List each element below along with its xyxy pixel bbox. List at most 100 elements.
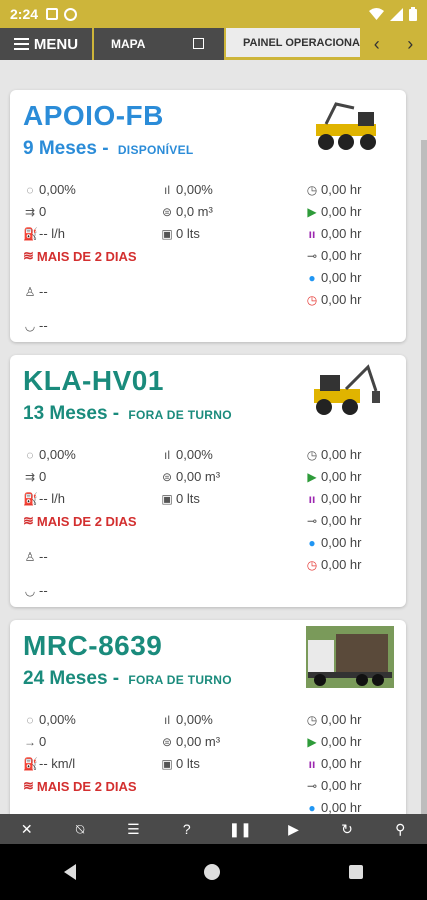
harvester-machine-image: [314, 364, 380, 415]
extra-value: --: [39, 583, 48, 598]
mic-off-icon[interactable]: ✕: [14, 821, 40, 838]
recent-apps-icon[interactable]: [348, 865, 363, 879]
equipment-age: 24 Meses - FORA DE TURNO: [23, 668, 232, 689]
fuel-rate-value: -- l/h: [39, 491, 65, 506]
play-icon: ▶: [307, 734, 317, 749]
utilization-value: 0,00%: [176, 712, 213, 727]
utilization-value: 0,00%: [176, 182, 213, 197]
stopped-hours-value: 0,00 hr: [321, 292, 362, 307]
months-label: 24 Meses: [23, 668, 108, 689]
fuel-rate-value: -- km/l: [39, 756, 76, 771]
counter-icon: ⇉: [24, 204, 36, 219]
list-icon[interactable]: ☰: [120, 821, 146, 838]
paused-hours-value: 0,00 hr: [321, 491, 362, 506]
alert-text: MAIS DE 2 DIAS: [36, 778, 137, 794]
fuel-rate-icon: ⛽: [23, 491, 38, 506]
bell-off-icon[interactable]: ⍉: [67, 821, 93, 838]
operator-icon: ♙: [24, 549, 36, 564]
back-icon[interactable]: [64, 864, 77, 880]
idle-hours-value: 0,00 hr: [321, 800, 362, 814]
fuel-icon: ▣: [161, 226, 173, 241]
equipment-list[interactable]: APOIO-FB 9 Meses - DISPONÍVEL ◌ 0,00% ⇉ 0 …: [0, 60, 427, 814]
bar-chart-icon: ıl: [164, 182, 170, 197]
working-hours-value: 0,00 hr: [321, 204, 362, 219]
help-icon[interactable]: ?: [174, 821, 200, 837]
bar-chart-icon: ıl: [164, 712, 170, 727]
scrollbar[interactable]: [421, 140, 427, 814]
ignition-hours-value: 0,00 hr: [321, 248, 362, 263]
map-icon: [193, 38, 204, 49]
equipment-card[interactable]: MRC-8639 24 Meses - FORA DE TURNO ◌ 0,00%…: [10, 620, 406, 814]
fuel-icon: ▣: [161, 756, 173, 771]
equipment-title: MRC-8639: [23, 630, 163, 661]
counter-value: 0: [39, 469, 47, 484]
counter-value: 0: [39, 204, 47, 219]
wifi-alert-icon: ≋: [23, 248, 34, 263]
distance-value: 0: [39, 734, 47, 749]
sim-card-icon: [46, 8, 59, 20]
pause-icon[interactable]: ❚❚: [227, 821, 253, 838]
volume-value: 0,00 m³: [176, 469, 221, 484]
home-icon[interactable]: [204, 864, 221, 880]
connectivity-alert: ≋ MAIS DE 2 DIAS: [23, 248, 137, 264]
search-icon[interactable]: ⚲: [387, 821, 413, 838]
working-hours-value: 0,00 hr: [321, 469, 362, 484]
paused-hours-value: 0,00 hr: [321, 756, 362, 771]
idle-icon: ●: [308, 270, 316, 285]
equipment-card[interactable]: KLA-HV01 13 Meses - FORA DE TURNO ◌ 0,00%…: [10, 355, 406, 607]
clock-icon: ◷: [306, 712, 318, 727]
wifi-icon: [369, 8, 384, 20]
engine-load-icon: ◌: [26, 712, 34, 727]
extra-value: --: [39, 318, 48, 333]
idle-icon: ●: [308, 800, 316, 815]
tab-mapa[interactable]: MAPA: [94, 28, 226, 60]
tab-mapa-label: MAPA: [111, 37, 146, 51]
tab-painel-operacional[interactable]: PAINEL OPERACIONAL: [226, 28, 360, 60]
fuel-rate-value: -- l/h: [39, 226, 65, 241]
gauge-icon: ◡: [24, 318, 36, 333]
counter-icon: ⇉: [24, 469, 36, 484]
ignition-hours-value: 0,00 hr: [321, 513, 362, 528]
volume-icon: ⊜: [161, 469, 173, 484]
alert-text: MAIS DE 2 DIAS: [36, 248, 137, 264]
status-bar: 2:24: [0, 0, 427, 28]
engine-load-icon: ◌: [26, 182, 34, 197]
engine-load-icon: ◌: [26, 447, 34, 462]
wifi-alert-icon: ≋: [23, 513, 34, 528]
play-icon[interactable]: ▶: [281, 821, 307, 838]
fuel-rate-icon: ⛽: [23, 756, 38, 771]
pause-icon: ıı: [308, 491, 316, 506]
tab-painel-label: PAINEL OPERACIONAL: [243, 36, 360, 49]
status-time: 2:24: [10, 6, 39, 22]
hour-meter-value: 0,00 hr: [321, 447, 362, 462]
pause-icon: ıı: [308, 756, 316, 771]
idle-icon: ●: [308, 535, 316, 550]
menu-button[interactable]: MENU: [0, 28, 94, 60]
equipment-title: KLA-HV01: [23, 365, 164, 396]
next-tab-arrow[interactable]: ›: [407, 34, 413, 55]
connectivity-alert: ≋ MAIS DE 2 DIAS: [23, 778, 137, 794]
fuel-icon: ▣: [161, 491, 173, 506]
key-icon: ⊸: [306, 513, 318, 528]
system-navigation-bar: [0, 844, 427, 900]
volume-value: 0,00 m³: [176, 734, 221, 749]
battery-icon: [409, 7, 417, 21]
volume-value: 0,0 m³: [176, 204, 213, 219]
fuel-rate-icon: ⛽: [23, 226, 38, 241]
log-truck-image: [306, 626, 394, 688]
working-hours-value: 0,00 hr: [321, 734, 362, 749]
stopped-clock-icon: ◷: [306, 292, 318, 307]
signal-icon: [390, 7, 403, 21]
clock-icon: ◷: [306, 447, 318, 462]
equipment-card[interactable]: APOIO-FB 9 Meses - DISPONÍVEL ◌ 0,00% ⇉ 0 …: [10, 90, 406, 342]
operator-value: --: [39, 549, 48, 564]
months-label: 13 Meses: [23, 403, 108, 424]
refresh-icon[interactable]: ↻: [334, 821, 360, 838]
engine-load-value: 0,00%: [39, 712, 76, 727]
prev-tab-arrow[interactable]: ‹: [374, 34, 380, 55]
top-navigation: MENU MAPA PAINEL OPERACIONAL ‹ ›: [0, 28, 427, 60]
hour-meter-value: 0,00 hr: [321, 182, 362, 197]
status-badge: FORA DE TURNO: [128, 673, 232, 687]
equipment-title: APOIO-FB: [23, 100, 164, 131]
equipment-age: 9 Meses - DISPONÍVEL: [23, 138, 194, 159]
